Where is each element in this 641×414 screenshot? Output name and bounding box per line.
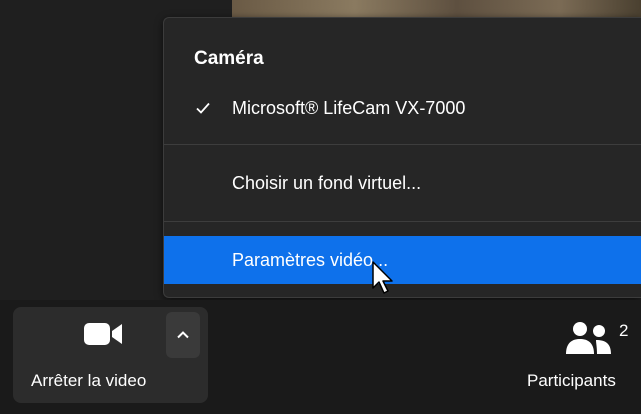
menu-item-virtual-background[interactable]: Choisir un fond virtuel... bbox=[164, 161, 641, 205]
menu-item-label: Choisir un fond virtuel... bbox=[232, 172, 422, 193]
participants-icon[interactable] bbox=[563, 320, 613, 356]
menu-item-label: Paramètres vidéo... bbox=[232, 249, 389, 270]
participants-count: 2 bbox=[619, 321, 629, 340]
camera-menu: Caméra Microsoft® LifeCam VX-7000 Choisi… bbox=[163, 17, 641, 298]
video-camera-icon bbox=[84, 323, 122, 345]
menu-item-video-settings[interactable]: Paramètres vidéo... bbox=[164, 236, 641, 284]
menu-item-camera-device[interactable]: Microsoft® LifeCam VX-7000 bbox=[164, 86, 641, 130]
menu-item-label: Microsoft® LifeCam VX-7000 bbox=[232, 97, 466, 118]
participants-button-label[interactable]: Participants bbox=[527, 371, 616, 391]
video-preview bbox=[232, 0, 641, 18]
menu-divider bbox=[164, 221, 641, 222]
menu-divider bbox=[164, 144, 641, 145]
chevron-up-icon bbox=[177, 331, 189, 339]
check-icon bbox=[196, 102, 210, 114]
stop-video-label: Arrêter la video bbox=[31, 371, 147, 390]
mouse-pointer-icon bbox=[372, 261, 393, 294]
video-options-button[interactable] bbox=[166, 312, 200, 358]
menu-heading: Caméra bbox=[194, 48, 264, 69]
background-dark bbox=[0, 0, 232, 18]
